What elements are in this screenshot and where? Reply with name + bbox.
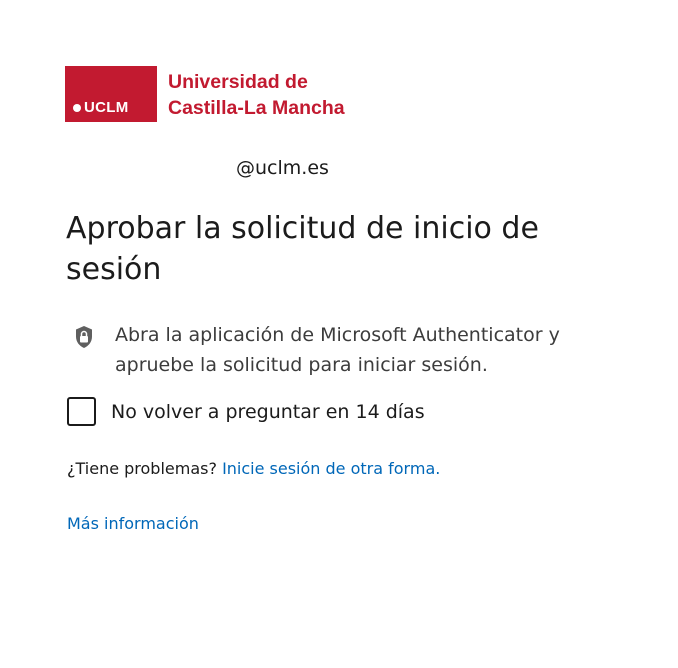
page-title: Aprobar la solicitud de inicio de sesión xyxy=(66,211,539,287)
instruction-text: Abra la aplicación de Microsoft Authenti… xyxy=(115,324,560,376)
logo-name-line-2: Castilla-La Mancha xyxy=(168,97,345,119)
trouble-prefix: ¿Tiene problemas? xyxy=(67,459,217,478)
authenticator-instruction: Abra la aplicación de Microsoft Authenti… xyxy=(74,320,634,380)
dont-ask-again-row[interactable]: No volver a preguntar en 14 días xyxy=(67,397,425,426)
logo-box-text: UCLM xyxy=(84,99,129,116)
uclm-logo-box: UCLM xyxy=(65,66,157,122)
uclm-logo: UCLM Universidad de Castilla-La Mancha xyxy=(65,66,345,122)
dont-ask-again-label[interactable]: No volver a preguntar en 14 días xyxy=(111,401,425,423)
lock-icon xyxy=(76,326,92,348)
sign-in-another-way-link[interactable]: Inicie sesión de otra forma. xyxy=(222,459,440,478)
more-info-link[interactable]: Más información xyxy=(67,514,199,533)
logo-name-line-1: Universidad de xyxy=(168,71,308,93)
dont-ask-again-checkbox[interactable] xyxy=(67,397,96,426)
trouble-line: ¿Tiene problemas? Inicie sesión de otra … xyxy=(67,459,440,478)
account-identity: @uclm.es xyxy=(236,157,329,179)
seal-icon xyxy=(73,103,81,112)
logo-university-name: Universidad de Castilla-La Mancha xyxy=(168,69,345,121)
